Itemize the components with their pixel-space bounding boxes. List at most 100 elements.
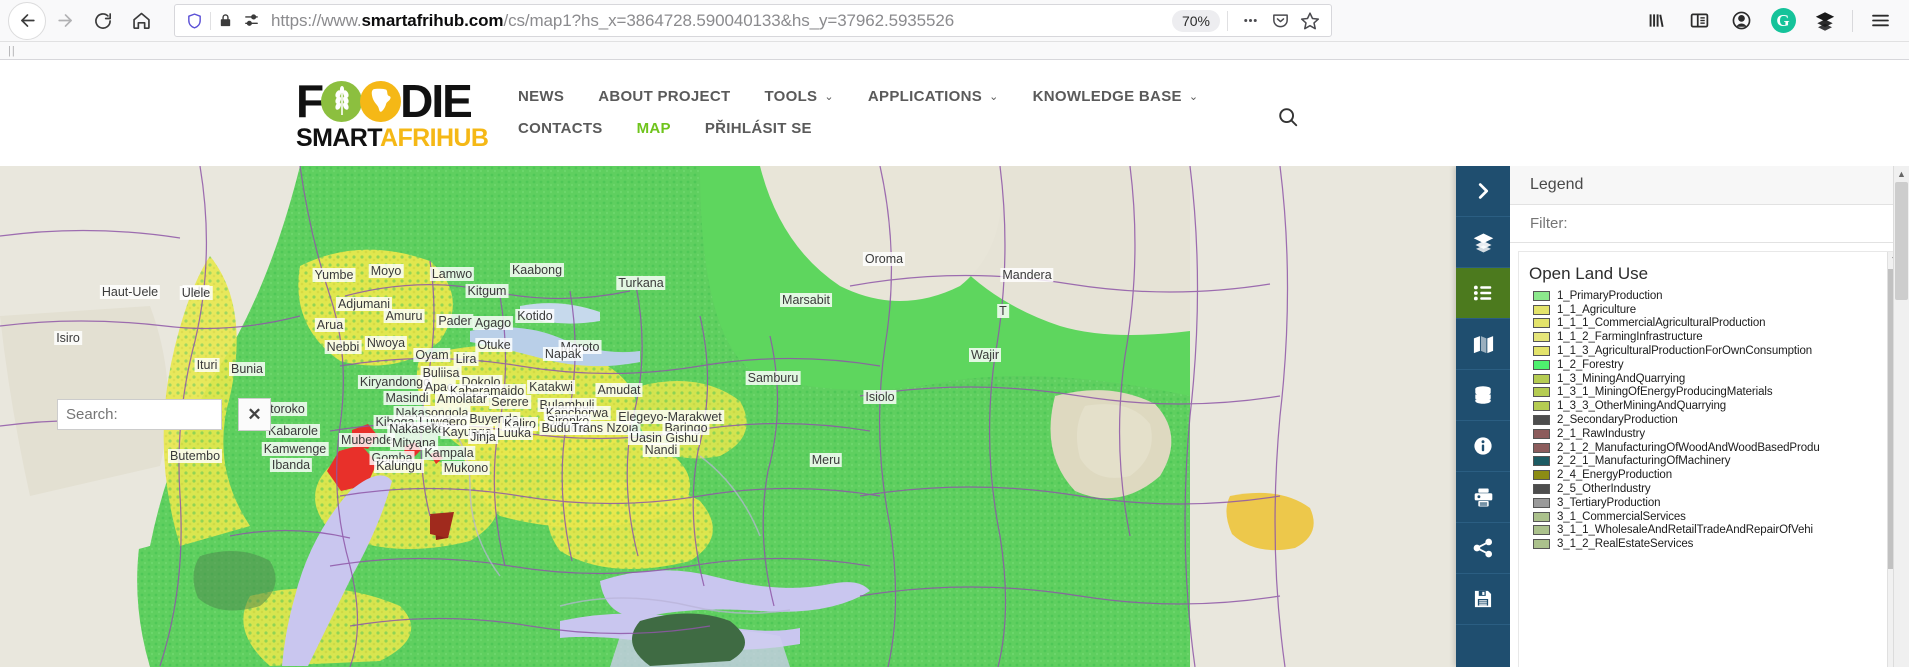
- legend-item[interactable]: 1_1_1_CommercialAgriculturalProduction: [1519, 317, 1900, 331]
- forward-button[interactable]: [46, 2, 84, 40]
- nav-link-tools[interactable]: TOOLS ⌄: [764, 88, 833, 105]
- legend-filter-row[interactable]: [1510, 205, 1909, 243]
- legend-item[interactable]: 3_1_2_RealEstateServices: [1519, 537, 1900, 551]
- account-button[interactable]: [1720, 2, 1762, 40]
- legend-item[interactable]: 3_TertiaryProduction: [1519, 496, 1900, 510]
- bookmark-button[interactable]: [1295, 7, 1325, 35]
- grammarly-icon: G: [1770, 8, 1796, 33]
- legend-item[interactable]: 3_1_1_WholesaleAndRetailTradeAndRepairOf…: [1519, 524, 1900, 538]
- legend-item[interactable]: 1_3_MiningAndQuarrying: [1519, 372, 1900, 386]
- legend-item-label: 1_1_1_CommercialAgriculturalProduction: [1557, 317, 1766, 330]
- nav-label: KNOWLEDGE BASE: [1032, 88, 1182, 105]
- grammarly-button[interactable]: G: [1762, 2, 1804, 40]
- site-search-button[interactable]: [1277, 106, 1299, 133]
- library-button[interactable]: [1636, 2, 1678, 40]
- legend-item[interactable]: 1_1_2_FarmingInfrastructure: [1519, 330, 1900, 344]
- nav-item-knowledge-base[interactable]: KNOWLEDGE BASE ⌄: [1033, 88, 1199, 106]
- nav-label: NEWS: [518, 88, 565, 105]
- url-text[interactable]: https://www.smartafrihub.com/cs/map1?hs_…: [271, 11, 1166, 31]
- legend-swatch: [1533, 539, 1550, 550]
- legend-item[interactable]: 2_2_1_ManufacturingOfMachinery: [1519, 455, 1900, 469]
- nav-link-map[interactable]: MAP: [637, 120, 671, 137]
- nav-item-news[interactable]: NEWS: [518, 88, 564, 106]
- nav-item-contacts[interactable]: CONTACTS: [518, 120, 603, 138]
- site-permissions-button[interactable]: [238, 12, 265, 29]
- back-button[interactable]: [8, 1, 46, 40]
- legend-item[interactable]: 1_2_Forestry: [1519, 358, 1900, 372]
- nav-label: MAP: [636, 120, 671, 137]
- tool-layers[interactable]: [1456, 217, 1510, 268]
- legend-item[interactable]: 1_1_3_AgriculturalProductionForOwnConsum…: [1519, 344, 1900, 358]
- nav-link-applications[interactable]: APPLICATIONS ⌄: [868, 88, 999, 105]
- hamburger-menu-icon: [1871, 14, 1889, 27]
- legend-item-label: 1_3_1_MiningOfEnergyProducingMaterials: [1557, 386, 1773, 399]
- nav-item-tools[interactable]: TOOLS ⌄: [764, 88, 833, 106]
- bookmarks-placeholder: ||: [8, 44, 16, 57]
- nav-item-about-project[interactable]: ABOUT PROJECT: [598, 88, 730, 106]
- nav-item-login[interactable]: PŘIHLÁSIT SE: [705, 120, 812, 138]
- legend-item[interactable]: 1_3_1_MiningOfEnergyProducingMaterials: [1519, 386, 1900, 400]
- legend-item[interactable]: 3_1_CommercialServices: [1519, 510, 1900, 524]
- tool-info[interactable]: [1456, 421, 1510, 472]
- legend-item[interactable]: 2_SecondaryProduction: [1519, 413, 1900, 427]
- nav-link-about-project[interactable]: ABOUT PROJECT: [598, 88, 730, 105]
- connection-secure-button[interactable]: [213, 12, 238, 29]
- url-bar[interactable]: https://www.smartafrihub.com/cs/map1?hs_…: [174, 4, 1332, 37]
- tool-share[interactable]: [1456, 523, 1510, 574]
- padlock-icon: [220, 14, 231, 27]
- tool-expand-panel[interactable]: [1456, 166, 1510, 217]
- zoom-level-badge[interactable]: 70%: [1171, 9, 1220, 32]
- nav-item-applications[interactable]: APPLICATIONS ⌄: [868, 88, 999, 106]
- site-logo[interactable]: F D IE SMARTAFRIHUB: [296, 74, 489, 151]
- map-tools-panel: Legend Open Land Use 1_PrimaryProduction…: [1456, 166, 1909, 667]
- tool-data[interactable]: [1456, 370, 1510, 421]
- legend-item[interactable]: 2_1_2_ManufacturingOfWoodAndWoodBasedPro…: [1519, 441, 1900, 455]
- back-arrow-icon: [20, 14, 35, 27]
- legend-item[interactable]: 2_4_EnergyProduction: [1519, 468, 1900, 482]
- clear-search-button[interactable]: ✕: [238, 398, 271, 431]
- africa-continent-icon: [360, 80, 402, 122]
- legend-filter-input[interactable]: [1530, 215, 1889, 232]
- app-menu-button[interactable]: [1859, 2, 1901, 40]
- tracking-protection-button[interactable]: [181, 12, 208, 30]
- save-to-pocket-button[interactable]: [1265, 7, 1295, 35]
- tool-rail: [1456, 166, 1510, 667]
- nav-link-contacts[interactable]: CONTACTS: [518, 120, 603, 137]
- legend-item-label: 1_PrimaryProduction: [1557, 289, 1663, 302]
- sidebar-toggle-button[interactable]: [1678, 2, 1720, 40]
- page-actions-button[interactable]: [1235, 7, 1265, 35]
- page-actions-ellipsis-icon: [1243, 18, 1257, 23]
- legend-group-title: Open Land Use: [1529, 264, 1649, 283]
- legend-swatch: [1533, 497, 1550, 508]
- page-scrollbar[interactable]: ▲: [1893, 166, 1909, 667]
- legend-item[interactable]: 2_1_RawIndustry: [1519, 427, 1900, 441]
- layers-extension-icon: [1815, 11, 1835, 31]
- legend-item-label: 1_1_Agriculture: [1557, 303, 1637, 316]
- nav-link-news[interactable]: NEWS: [518, 88, 564, 105]
- legend-item[interactable]: 2_5_OtherIndustry: [1519, 482, 1900, 496]
- page-scroll-up-arrow-icon[interactable]: ▲: [1894, 166, 1909, 182]
- reload-button[interactable]: [84, 2, 122, 40]
- search-input[interactable]: [57, 399, 222, 430]
- legend-item[interactable]: 1_1_Agriculture: [1519, 303, 1900, 317]
- browser-toolbar: https://www.smartafrihub.com/cs/map1?hs_…: [0, 0, 1909, 42]
- legend-item-label: 1_2_Forestry: [1557, 358, 1624, 371]
- map-viewport[interactable]: Haut-Uele Jele Isiro Yumbe Moyo Lamwo Kaabong K…: [0, 166, 1909, 667]
- legend-item[interactable]: 1_PrimaryProduction: [1519, 289, 1900, 303]
- tool-legend[interactable]: [1456, 268, 1510, 319]
- nav-link-knowledge-base[interactable]: KNOWLEDGE BASE ⌄: [1033, 88, 1199, 105]
- page-scroll-thumb[interactable]: [1895, 182, 1908, 300]
- layers-extension-button[interactable]: [1804, 2, 1846, 40]
- tool-save[interactable]: [1456, 574, 1510, 625]
- nav-item-map[interactable]: MAP: [637, 120, 671, 138]
- forward-arrow-icon: [57, 14, 72, 27]
- nav-label: TOOLS: [764, 88, 818, 105]
- save-to-pocket-icon: [1272, 14, 1288, 28]
- tool-print[interactable]: [1456, 472, 1510, 523]
- home-button[interactable]: [122, 2, 160, 40]
- legend-item[interactable]: 1_3_3_OtherMiningAndQuarrying: [1519, 399, 1900, 413]
- map-search-control[interactable]: ✕: [57, 398, 271, 431]
- tool-basemap[interactable]: [1456, 319, 1510, 370]
- nav-link-login[interactable]: PŘIHLÁSIT SE: [705, 120, 812, 137]
- legend-item-label: 2_2_1_ManufacturingOfMachinery: [1557, 455, 1731, 468]
